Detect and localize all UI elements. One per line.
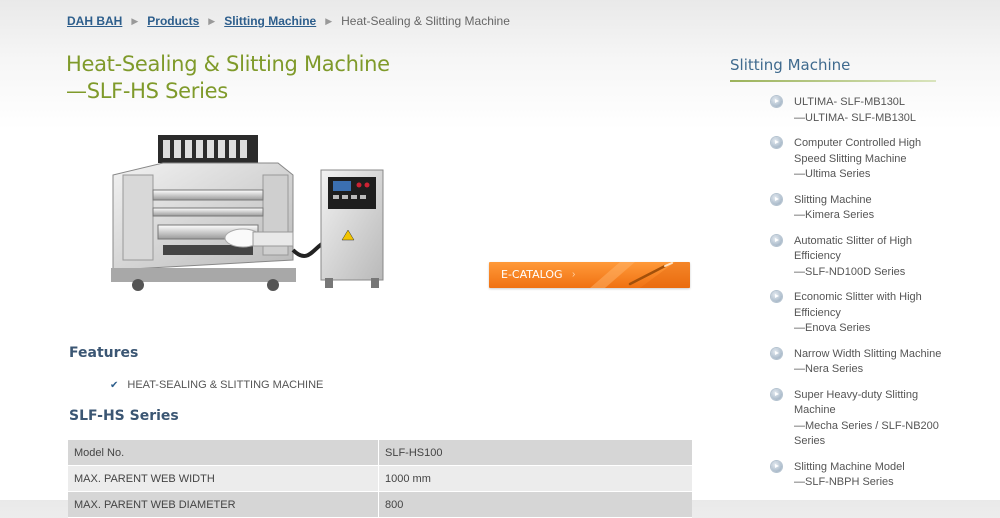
sidebar-item-label: Automatic Slitter of High xyxy=(794,234,912,247)
sidebar-item-label: Efficiency xyxy=(794,250,841,262)
table-cell: 800 xyxy=(378,491,692,518)
features-heading: Features xyxy=(69,345,139,361)
sidebar-item-label: Efficiency xyxy=(794,306,841,319)
arrow-circle-icon xyxy=(771,388,782,400)
sidebar-item-label: Computer Controlled High xyxy=(794,137,922,149)
sidebar-item-label: —Enova Series xyxy=(794,322,871,334)
breadcrumb-separator-icon: ▶ xyxy=(325,15,333,26)
arrow-circle-icon xyxy=(771,137,782,148)
table-cell: Model No. xyxy=(68,440,379,466)
sidebar-item-label: Slitting Machine Model xyxy=(794,460,905,473)
sidebar-item-label: —Mecha Series / SLF-NB200 xyxy=(794,419,939,432)
sidebar-item-label: Economic Slitter with High xyxy=(794,291,922,303)
breadcrumb-home-link[interactable]: DAH BAH xyxy=(67,14,122,28)
sidebar-item-label: —ULTIMA- SLF-MB130L xyxy=(794,111,917,124)
sidebar-item-label: —Kimera Series xyxy=(794,209,875,221)
product-image xyxy=(103,130,393,295)
breadcrumb-separator-icon: ▶ xyxy=(131,15,139,26)
arrow-circle-icon xyxy=(771,96,782,107)
sidebar-item-label: —Ultima Series xyxy=(794,168,871,180)
table-cell: 1000 mm xyxy=(378,465,692,492)
sidebar-item[interactable]: Slitting Machine Model —SLF-NBPH Series xyxy=(768,460,943,491)
sidebar-item[interactable]: Super Heavy-duty Slitting Machine —Mecha… xyxy=(768,388,943,450)
sidebar-item-label: Speed Slitting Machine xyxy=(794,152,907,165)
table-cell: MAX. PARENT WEB DIAMETER xyxy=(68,491,379,518)
series-heading: SLF-HS Series xyxy=(69,408,179,424)
sidebar-item-label: Series xyxy=(794,435,826,447)
sidebar-item[interactable]: Computer Controlled High Speed Slitting … xyxy=(768,136,943,183)
ecatalog-label: E-CATALOG xyxy=(501,268,563,281)
arrow-circle-icon xyxy=(771,291,782,302)
table-row: MAX. PARENT WEB DIAMETER 800 xyxy=(68,491,692,518)
spec-table: Model No. SLF-HS100 MAX. PARENT WEB WIDT… xyxy=(68,440,692,518)
sidebar-item-label: Machine xyxy=(794,404,836,416)
breadcrumb-current: Heat-Sealing & Slitting Machine xyxy=(341,14,510,28)
sidebar-title: Slitting Machine xyxy=(730,56,851,74)
page-title-line1: Heat-Sealing & Slitting Machine xyxy=(66,52,390,76)
sidebar-item-label: Narrow Width Slitting Machine xyxy=(794,347,942,360)
arrow-circle-icon xyxy=(771,460,782,472)
ecatalog-button[interactable]: E-CATALOG › xyxy=(489,262,690,288)
breadcrumb: DAH BAH ▶ Products ▶ Slitting Machine ▶ … xyxy=(67,14,510,28)
sidebar-item-label: —Nera Series xyxy=(794,363,864,375)
feature-item-label: HEAT-SEALING & SLITTING MACHINE xyxy=(127,379,324,391)
catalog-pen-icon xyxy=(590,262,690,288)
sidebar-item[interactable]: Automatic Slitter of High Efficiency —SL… xyxy=(768,234,943,281)
sidebar-list: ULTIMA- SLF-MB130L —ULTIMA- SLF-MB130L C… xyxy=(768,95,943,501)
sidebar-item[interactable]: Narrow Width Slitting Machine —Nera Seri… xyxy=(768,347,943,378)
page-title: Heat-Sealing & Slitting Machine —SLF-HS … xyxy=(66,51,390,105)
breadcrumb-products-link[interactable]: Products xyxy=(147,14,199,28)
sidebar-item[interactable]: Slitting Machine —Kimera Series xyxy=(768,193,943,224)
sidebar-item-label: ULTIMA- SLF-MB130L xyxy=(794,96,906,108)
sidebar-divider xyxy=(730,80,936,82)
sidebar-item-label: Slitting Machine xyxy=(794,193,872,206)
arrow-circle-icon xyxy=(771,347,782,359)
sidebar-item-label: —SLF-NBPH Series xyxy=(794,476,894,488)
arrow-circle-icon xyxy=(771,234,782,246)
table-row: MAX. PARENT WEB WIDTH 1000 mm xyxy=(68,465,692,492)
sidebar-item-label: Super Heavy-duty Slitting xyxy=(794,388,919,401)
checkmark-icon: ✔ xyxy=(110,379,119,391)
table-cell: MAX. PARENT WEB WIDTH xyxy=(68,465,379,492)
breadcrumb-separator-icon: ▶ xyxy=(208,15,216,26)
sidebar-item[interactable]: ULTIMA- SLF-MB130L —ULTIMA- SLF-MB130L xyxy=(768,95,943,126)
chevron-right-icon: › xyxy=(572,269,576,280)
breadcrumb-category-link[interactable]: Slitting Machine xyxy=(224,14,316,28)
sidebar-item-label: —SLF-ND100D Series xyxy=(794,265,906,278)
sidebar-item[interactable]: Economic Slitter with High Efficiency —E… xyxy=(768,290,943,337)
arrow-circle-icon xyxy=(771,193,782,205)
page-title-line2: —SLF-HS Series xyxy=(66,79,228,103)
table-row: Model No. SLF-HS100 xyxy=(68,440,692,466)
feature-item: ✔ HEAT-SEALING & SLITTING MACHINE xyxy=(110,379,323,391)
table-cell: SLF-HS100 xyxy=(378,440,692,466)
